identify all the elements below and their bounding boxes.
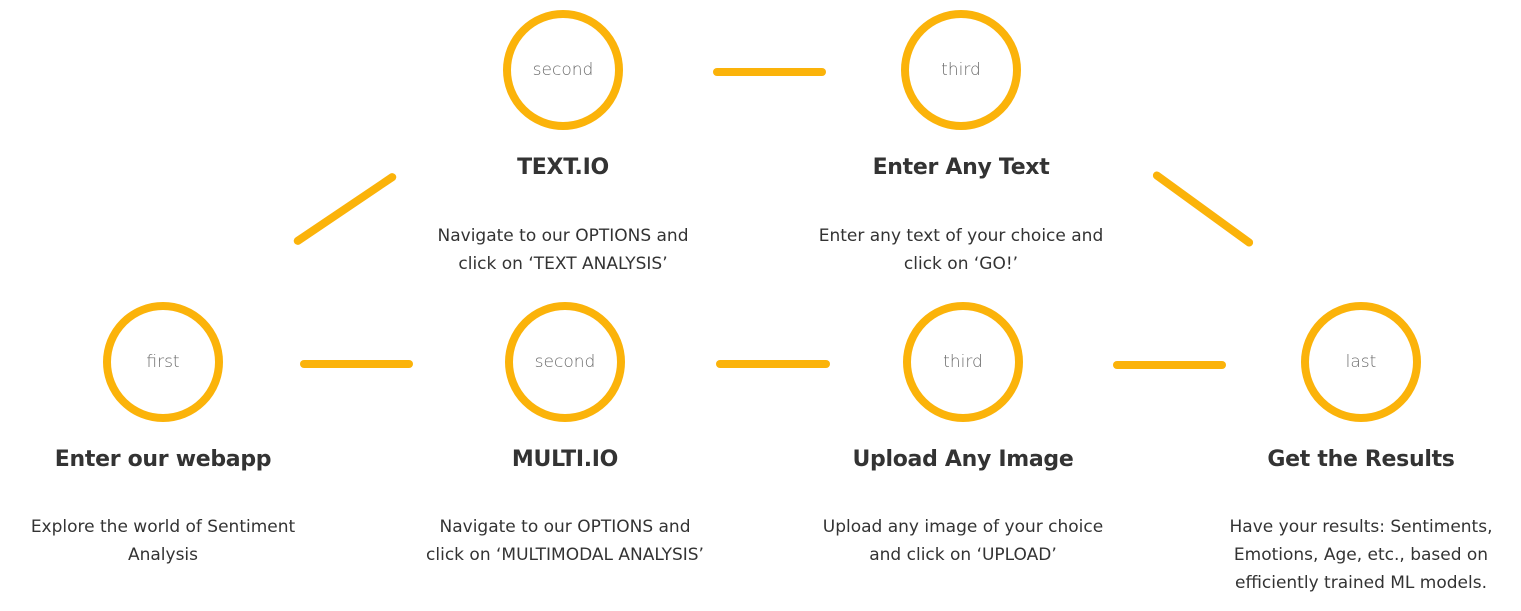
step-circle-second: second: [505, 302, 625, 422]
step-title: MULTI.IO: [511, 447, 619, 472]
step-title: TEXT.IO: [517, 155, 609, 180]
step-circle-label: first: [146, 352, 180, 372]
step-title: Get the Results: [1267, 447, 1455, 472]
step-circle-label: second: [534, 352, 596, 372]
step-description: Navigate to our OPTIONS and click on ‘TE…: [437, 226, 689, 274]
step-description: Explore the world of Sentiment Analysis: [30, 517, 296, 565]
step-circle-label: last: [1345, 352, 1377, 372]
connector-first-to-multiio: [300, 360, 413, 368]
step-circle-label: third: [941, 60, 981, 80]
step-title: Upload Any Image: [852, 447, 1074, 472]
step-circle-label: third: [943, 352, 983, 372]
connector-upload-to-results: [1113, 361, 1226, 369]
step-description: Have your results: Sentiments, Emotions,…: [1229, 517, 1493, 593]
step-description: Enter any text of your choice and click …: [818, 226, 1104, 274]
step-circle-second: second: [503, 10, 623, 130]
step-circle-last: last: [1301, 302, 1421, 422]
connector-multiio-to-upload: [716, 360, 830, 368]
step-circle-third: third: [903, 302, 1023, 422]
step-circle-third: third: [901, 10, 1021, 130]
connector-entertext-to-results: [1151, 169, 1255, 249]
step-title: Enter our webapp: [54, 447, 272, 472]
connector-first-to-textio: [292, 171, 398, 247]
step-description: Upload any image of your choice and clic…: [822, 517, 1104, 565]
step-circle-first: first: [103, 302, 223, 422]
step-circle-label: second: [532, 60, 594, 80]
step-description: Navigate to our OPTIONS and click on ‘MU…: [426, 517, 704, 565]
connector-textio-to-entertext: [713, 68, 826, 76]
step-title: Enter Any Text: [872, 155, 1050, 180]
